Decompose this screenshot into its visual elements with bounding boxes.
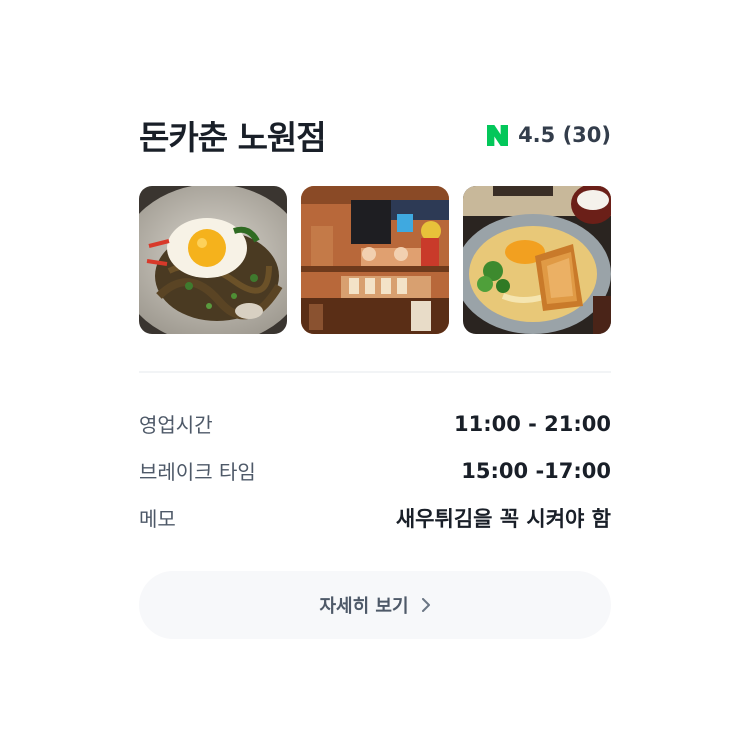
memo-label: 메모 [139, 507, 176, 531]
chevron-right-icon [421, 598, 430, 612]
photo-1[interactable] [139, 186, 287, 334]
photo-gallery [139, 186, 611, 334]
photo-3[interactable] [463, 186, 611, 334]
info-list: 영업시간 11:00 - 21:00 브레이크 타임 15:00 -17:00 … [139, 400, 611, 541]
info-row-memo: 메모 새우튀김을 꼭 시켜야 함 [139, 494, 611, 541]
hours-value: 11:00 - 21:00 [453, 411, 611, 436]
divider [139, 371, 611, 373]
hours-label: 영업시간 [139, 413, 213, 437]
photo-2[interactable] [301, 186, 449, 334]
card-header: 돈카춘 노원점 4.5 (30) [139, 110, 611, 160]
naver-n-icon [487, 124, 509, 146]
view-details-button[interactable]: 자세히 보기 [139, 571, 611, 639]
break-time-label: 브레이크 타임 [139, 460, 256, 484]
restaurant-card: 돈카춘 노원점 4.5 (30) 영업시간 11:00 - 21:00 브레이크… [139, 110, 611, 639]
info-row-hours: 영업시간 11:00 - 21:00 [139, 400, 611, 447]
view-details-label: 자세히 보기 [319, 596, 409, 617]
break-time-value: 15:00 -17:00 [461, 458, 611, 483]
rating: 4.5 (30) [487, 123, 611, 147]
restaurant-name: 돈카춘 노원점 [139, 118, 327, 157]
memo-value: 새우튀김을 꼭 시켜야 함 [395, 506, 611, 531]
rating-text: 4.5 (30) [518, 123, 611, 147]
info-row-break-time: 브레이크 타임 15:00 -17:00 [139, 447, 611, 494]
